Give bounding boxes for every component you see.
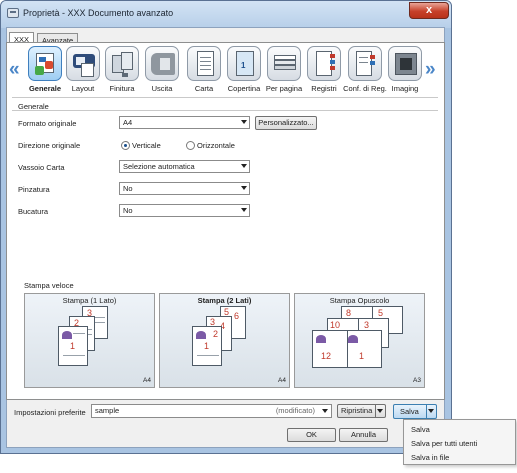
chevron-down-icon xyxy=(428,409,434,413)
cancel-button[interactable]: Annulla xyxy=(339,428,388,442)
finitura-icon xyxy=(105,46,139,81)
category-label: Imaging xyxy=(391,84,419,93)
save-button[interactable]: Salva xyxy=(393,404,437,419)
landscape-radio[interactable] xyxy=(186,141,195,150)
save-label: Salva xyxy=(400,407,419,416)
portrait-label: Verticale xyxy=(132,141,161,150)
favorites-value: sample xyxy=(95,406,120,415)
ok-button[interactable]: OK xyxy=(287,428,336,442)
page-thumbnail: 1 xyxy=(58,326,88,366)
scroll-left-icon[interactable]: « xyxy=(9,60,20,80)
favorites-label: Impostazioni preferite xyxy=(14,408,86,417)
category-carta[interactable]: Carta xyxy=(185,46,223,93)
orientation-label: Direzione originale xyxy=(18,141,81,150)
divider xyxy=(12,97,438,98)
title-bar: Proprietà - XXX Documento avanzato x xyxy=(1,1,451,28)
paper-tray-value: Selezione automatica xyxy=(123,162,195,171)
chevron-down-icon xyxy=(241,186,247,190)
generale-icon xyxy=(28,46,62,81)
paper-size-tag: A4 xyxy=(278,377,286,384)
paper-tray-label: Vassoio Carta xyxy=(18,163,65,172)
quick-print-card-title: Stampa Opuscolo xyxy=(329,296,390,305)
chevron-down-icon xyxy=(241,120,247,124)
category-copertina[interactable]: 1 Copertina xyxy=(225,46,263,93)
category-imaging[interactable]: Imaging xyxy=(386,46,424,93)
uscita-icon xyxy=(145,46,179,81)
layout-icon xyxy=(66,46,100,81)
staple-select[interactable]: No xyxy=(119,182,250,195)
scroll-right-icon[interactable]: » xyxy=(425,60,436,80)
restore-label: Ripristina xyxy=(341,406,373,415)
portrait-radio[interactable] xyxy=(121,141,130,150)
staple-label: Pinzatura xyxy=(18,185,50,194)
save-menu: Salva Salva per tutti utenti Salva in fi… xyxy=(403,419,516,465)
category-finitura[interactable]: Finitura xyxy=(103,46,141,93)
favorites-status: (modificato) xyxy=(275,406,315,415)
quick-print-card-title: Stampa (2 Lati) xyxy=(197,296,252,305)
close-button[interactable]: x xyxy=(409,2,449,19)
quick-print-2-side[interactable]: Stampa (2 Lati) 5 6 3 4 1 2 A4 xyxy=(159,293,290,388)
spread-thumbnail: 12 1 xyxy=(312,330,382,368)
original-size-label: Formato originale xyxy=(18,119,77,128)
punch-select[interactable]: No xyxy=(119,204,250,217)
landscape-label: Orizzontale xyxy=(197,141,235,150)
quick-print-1-side[interactable]: Stampa (1 Lato) 3 2 1 A4 xyxy=(24,293,155,388)
restore-button[interactable]: Ripristina xyxy=(337,404,386,418)
registri-icon xyxy=(307,46,341,81)
menu-item-save[interactable]: Salva xyxy=(411,425,430,434)
divider xyxy=(12,110,438,111)
window-title: Proprietà - XXX Documento avanzato xyxy=(23,8,174,18)
chevron-down-icon xyxy=(241,164,247,168)
custom-size-button[interactable]: Personalizzato... xyxy=(255,116,317,130)
paper-tray-select[interactable]: Selezione automatica xyxy=(119,160,250,173)
per-pagina-icon xyxy=(267,46,301,81)
menu-item-save-all-users[interactable]: Salva per tutti utenti xyxy=(411,439,477,448)
chevron-down-icon xyxy=(322,409,328,413)
original-size-select[interactable]: A4 xyxy=(119,116,250,129)
favorites-select[interactable]: sample (modificato) xyxy=(91,404,332,418)
category-conf-di-reg[interactable]: Conf. di Reg. xyxy=(343,46,387,93)
category-uscita[interactable]: Uscita xyxy=(143,46,181,93)
copertina-icon: 1 xyxy=(227,46,261,81)
chevron-down-icon xyxy=(241,208,247,212)
menu-item-save-to-file[interactable]: Salva in file xyxy=(411,453,449,462)
punch-label: Bucatura xyxy=(18,207,49,216)
page-thumbnail: 1 2 xyxy=(192,326,222,366)
quick-print-card-title: Stampa (1 Lato) xyxy=(62,296,117,305)
quick-print-title: Stampa veloce xyxy=(24,281,74,290)
punch-value: No xyxy=(123,206,133,215)
paper-size-tag: A4 xyxy=(143,377,151,384)
original-size-value: A4 xyxy=(123,118,133,127)
category-per-pagina[interactable]: Per pagina xyxy=(265,46,303,93)
imaging-icon xyxy=(388,46,422,81)
quick-print-booklet[interactable]: Stampa Opuscolo 8 5 10 3 12 1 A3 xyxy=(294,293,425,388)
conf-di-reg-icon xyxy=(348,46,382,81)
category-registri[interactable]: Registri xyxy=(305,46,343,93)
staple-value: No xyxy=(123,184,133,193)
paper-size-tag: A3 xyxy=(413,377,421,384)
chevron-down-icon xyxy=(377,409,383,413)
carta-icon xyxy=(187,46,221,81)
printer-icon xyxy=(7,8,19,18)
